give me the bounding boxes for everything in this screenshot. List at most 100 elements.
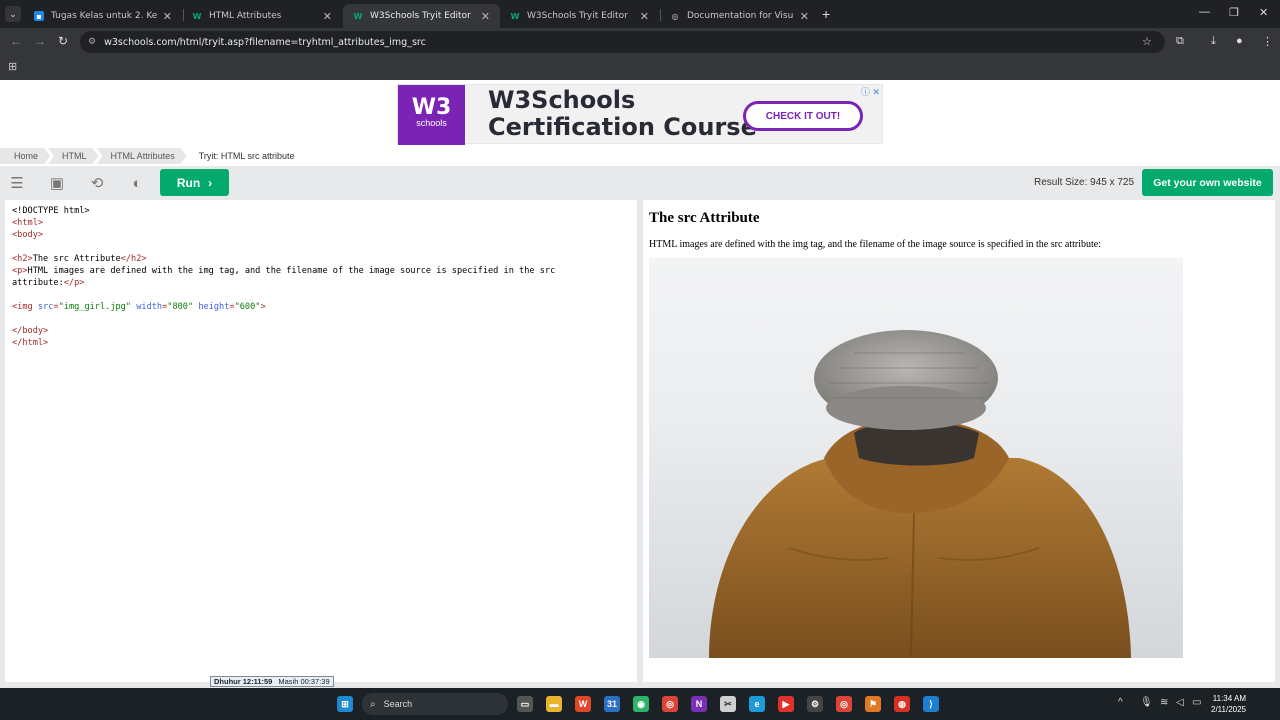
wifi-icon[interactable]: ≋	[1160, 697, 1168, 708]
w3schools-icon: W	[510, 11, 520, 21]
code-line[interactable]: <img src="img_girl.jpg" width="800" heig…	[12, 301, 630, 313]
bookmark-star-icon[interactable]: ☆	[1142, 35, 1152, 48]
tab-title: Tugas Kelas untuk 2. Kelas Ikhw	[51, 11, 157, 21]
code-editor[interactable]: <!DOCTYPE html> <html> <body> <h2>The src A…	[5, 200, 637, 682]
back-icon[interactable]: ←	[10, 34, 22, 48]
start-windows-icon[interactable]: ⊞	[337, 696, 353, 712]
edge-icon[interactable]: e	[749, 696, 765, 712]
volume-icon[interactable]: ◁	[1176, 697, 1184, 708]
new-tab-button[interactable]: +	[822, 6, 830, 22]
whatsapp-icon[interactable]: ◉	[633, 696, 649, 712]
extensions-icon[interactable]: ⧉	[1176, 35, 1184, 48]
site-info-icon[interactable]: ⚙	[88, 37, 96, 47]
microphone-icon[interactable]: 🎙	[1140, 697, 1153, 708]
tab-strip: ⌄ ▪ Tugas Kelas untuk 2. Kelas Ikhw ✕ W …	[0, 0, 1280, 28]
address-bar[interactable]: ⚙ w3schools.com/html/tryit.asp?filename=…	[80, 31, 1165, 53]
settings-gear-icon[interactable]: ⚙	[807, 696, 823, 712]
url-text: w3schools.com/html/tryit.asp?filename=tr…	[104, 36, 426, 48]
ad-close-icon[interactable]: ⓘ ✕	[861, 85, 880, 98]
breadcrumb: Home HTML HTML Attributes Tryit: HTML sr…	[0, 148, 305, 164]
run-button[interactable]: Run ›	[160, 169, 229, 196]
close-tab-icon[interactable]: ✕	[800, 10, 809, 23]
code-line[interactable]	[12, 313, 630, 325]
save-icon[interactable]: ▣	[47, 174, 67, 192]
clock-date: 2/11/2025	[1211, 705, 1246, 714]
web-page: W3 schools W3Schools Certification Cours…	[0, 80, 1280, 688]
classroom-icon: ▪	[34, 11, 44, 21]
breadcrumb-html[interactable]: HTML	[48, 148, 99, 164]
breadcrumb-home[interactable]: Home	[0, 148, 50, 164]
logo-subtext: schools	[416, 118, 447, 128]
ad-headline-line-1: W3Schools	[488, 86, 636, 114]
apps-grid-icon[interactable]: ⊞	[8, 60, 17, 73]
result-frame: The src Attribute HTML images are define…	[643, 200, 1275, 682]
check-it-out-button[interactable]: CHECK IT OUT!	[743, 101, 863, 131]
chrome-icon[interactable]: ◎	[662, 696, 678, 712]
show-hidden-icons-icon[interactable]: ^	[1118, 697, 1123, 708]
tab-title: W3Schools Tryit Editor	[527, 11, 628, 21]
close-tab-icon[interactable]: ✕	[640, 10, 649, 23]
tab-classroom[interactable]: ▪ Tugas Kelas untuk 2. Kelas Ikhw ✕	[24, 4, 182, 28]
code-line[interactable]: <body>	[12, 229, 630, 241]
download-icon[interactable]: ⤓	[1211, 35, 1216, 48]
system-clock[interactable]: 11:34 AM 2/11/2025	[1211, 693, 1246, 715]
prayer-remaining-label: Masih 00:37:39	[278, 677, 330, 686]
close-tab-icon[interactable]: ✕	[323, 10, 332, 23]
chevron-right-icon: ›	[208, 175, 213, 190]
minimize-icon[interactable]: —	[1199, 6, 1210, 18]
tab-tryit-editor-active[interactable]: W W3Schools Tryit Editor ✕	[343, 4, 500, 28]
hamburger-menu-icon[interactable]: ☰	[7, 174, 27, 192]
code-line[interactable]: </body>	[12, 325, 630, 337]
girl-back-photo	[709, 330, 1131, 658]
code-line[interactable]	[12, 241, 630, 253]
forward-icon[interactable]: →	[34, 34, 46, 48]
prayer-time-widget: Dhuhur 12:11:59 Masih 00:37:39	[210, 676, 334, 687]
result-image-girl	[649, 258, 1183, 658]
tab-html-attributes[interactable]: W HTML Attributes ✕	[182, 4, 342, 28]
code-line[interactable]: <!DOCTYPE html>	[12, 205, 630, 217]
onenote-icon[interactable]: N	[691, 696, 707, 712]
wps-office-icon[interactable]: W	[575, 696, 591, 712]
tab-vscode-docs[interactable]: ◎ Documentation for Visual Studi ✕	[660, 4, 819, 28]
app-orange-icon[interactable]: ⚑	[865, 696, 881, 712]
app-red-icon[interactable]: ◍	[894, 696, 910, 712]
task-view-icon[interactable]: ▭	[517, 696, 533, 712]
close-tab-icon[interactable]: ✕	[163, 10, 172, 23]
editor-split-view: <!DOCTYPE html> <html> <body> <h2>The src A…	[0, 200, 1280, 688]
tab-search-button[interactable]: ⌄	[5, 6, 21, 22]
prayer-time-label: Dhuhur 12:11:59	[214, 677, 273, 686]
vscode-icon[interactable]: ⟩	[923, 696, 939, 712]
code-line[interactable]	[12, 289, 630, 301]
rotate-orientation-icon[interactable]: ⟲	[87, 174, 107, 192]
restore-icon[interactable]: ❐	[1229, 6, 1239, 19]
result-size-label: Result Size: 945 x 725	[1034, 177, 1135, 188]
taskbar-search[interactable]: ⌕ Search	[362, 693, 508, 715]
battery-icon[interactable]: ▭	[1192, 697, 1201, 708]
search-label: Search	[383, 699, 413, 709]
code-line[interactable]: </html>	[12, 337, 630, 349]
tab-tryit-editor[interactable]: W W3Schools Tryit Editor ✕	[500, 4, 659, 28]
code-line[interactable]: <p>HTML images are defined with the img …	[12, 265, 630, 277]
w3schools-icon: W	[353, 11, 363, 21]
windows-taskbar: ⊞ ⌕ Search ▭ ▬ W 31 ◉ ◎ N ✂ e ▶ ⚙ ◎ ⚑ ◍ …	[0, 688, 1280, 720]
theme-toggle-icon[interactable]: ◐	[127, 174, 147, 192]
youtube-icon[interactable]: ▶	[778, 696, 794, 712]
code-line[interactable]: <html>	[12, 217, 630, 229]
get-own-website-button[interactable]: Get your own website	[1142, 169, 1273, 196]
profile-icon[interactable]: ●	[1236, 35, 1243, 47]
w3schools-icon: W	[192, 11, 202, 21]
code-line[interactable]: <h2>The src Attribute</h2>	[12, 253, 630, 265]
calendar-icon[interactable]: 31	[604, 696, 620, 712]
file-explorer-icon[interactable]: ▬	[546, 696, 562, 712]
close-tab-icon[interactable]: ✕	[481, 10, 490, 23]
close-window-icon[interactable]: ✕	[1259, 6, 1268, 19]
certification-ad-banner[interactable]: W3 schools W3Schools Certification Cours…	[397, 84, 883, 145]
chrome-active-icon[interactable]: ◎	[836, 696, 852, 712]
code-line[interactable]: attribute:</p>	[12, 277, 630, 289]
reload-icon[interactable]: ↻	[58, 34, 68, 48]
snipping-tool-icon[interactable]: ✂	[720, 696, 736, 712]
breadcrumb-current: Tryit: HTML src attribute	[198, 151, 295, 161]
breadcrumb-html-attributes[interactable]: HTML Attributes	[97, 148, 187, 164]
tab-title: Documentation for Visual Studi	[687, 11, 794, 21]
menu-kebab-icon[interactable]: ⋮	[1262, 35, 1273, 48]
